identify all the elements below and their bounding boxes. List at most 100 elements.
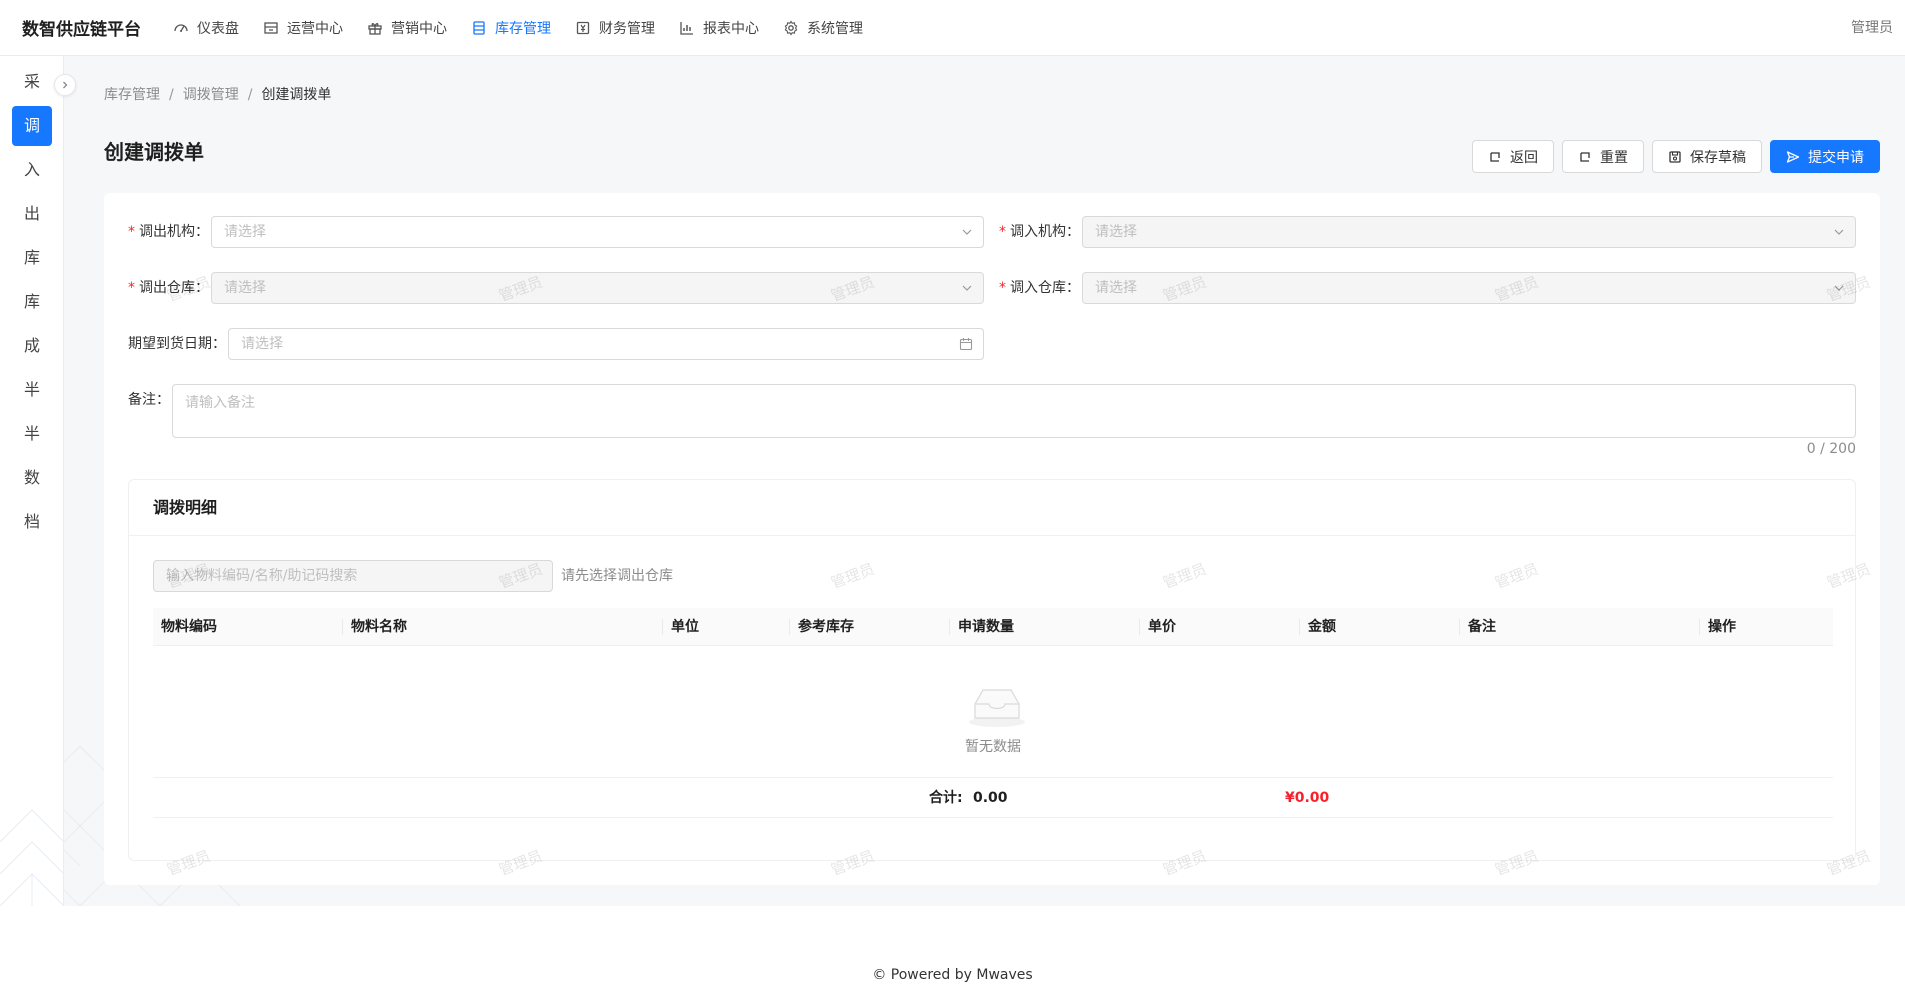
top-navbar: 数智供应链平台 仪表盘 运营中心 营销中心 库存管理 财务管理 报表中心 系统管…	[0, 0, 1905, 56]
nav-label: 财务管理	[599, 20, 655, 37]
nav-item-dashboard[interactable]: 仪表盘	[161, 0, 251, 56]
empty-state: 暂无数据	[153, 646, 1833, 778]
breadcrumb-separator: /	[169, 87, 174, 103]
back-button[interactable]: 返回	[1472, 140, 1554, 173]
database-icon	[471, 20, 487, 36]
main-nav: 仪表盘 运营中心 营销中心 库存管理 财务管理 报表中心 系统管理	[161, 0, 875, 56]
summary-amount: ¥0.00	[1285, 790, 1330, 806]
calendar-icon	[959, 338, 973, 351]
column-header: 参考库存	[790, 608, 950, 646]
remark-char-counter: 0 / 200	[1806, 441, 1856, 457]
nav-item-inventory[interactable]: 库存管理	[459, 0, 563, 56]
in-org-label: * 调入机构：	[999, 216, 1080, 248]
transfer-detail-panel: 调拨明细 输入物料编码/名称/助记码搜索 请先选择调出仓库 物料编码 物料名称 …	[128, 479, 1856, 861]
nav-label: 仪表盘	[197, 20, 239, 37]
app-root: 数智供应链平台 仪表盘 运营中心 营销中心 库存管理 财务管理 报表中心 系统管…	[0, 0, 1905, 999]
chevron-down-icon	[962, 229, 972, 235]
sidebar-item-inbound[interactable]: 入	[12, 150, 52, 190]
save-draft-button-label: 保存草稿	[1690, 149, 1746, 166]
save-icon	[1669, 150, 1681, 163]
column-header: 金额	[1300, 608, 1460, 646]
sidebar-pattern	[0, 809, 63, 906]
select-warehouse-hint: 请先选择调出仓库	[561, 568, 673, 584]
remark-textarea[interactable]: 请输入备注	[172, 384, 1856, 438]
nav-label: 报表中心	[703, 20, 759, 37]
action-bar: 返回 重置 保存草稿 提交申请	[1472, 140, 1880, 173]
nav-label: 营销中心	[391, 20, 447, 37]
in-org-select[interactable]: 请选择	[1082, 216, 1856, 248]
submit-button[interactable]: 提交申请	[1770, 140, 1880, 173]
sidebar-item-finished[interactable]: 成	[12, 326, 52, 366]
reset-button[interactable]: 重置	[1562, 140, 1644, 173]
expected-date-picker[interactable]: 请选择	[228, 328, 984, 360]
sidebar-item-semi-2[interactable]: 半	[12, 414, 52, 454]
column-header: 单价	[1140, 608, 1300, 646]
footer: © Powered by Mwaves	[0, 967, 1905, 983]
store-icon	[263, 20, 279, 36]
sidebar-item-archive[interactable]: 档	[12, 502, 52, 542]
nav-label: 库存管理	[495, 20, 551, 37]
breadcrumb-current: 创建调拨单	[261, 87, 332, 103]
summary-quantity: 0.00	[973, 790, 1008, 806]
expected-date-placeholder: 请选择	[241, 336, 283, 352]
back-button-label: 返回	[1510, 149, 1538, 166]
column-header: 物料编码	[153, 608, 343, 646]
required-mark: *	[128, 224, 135, 240]
account-book-icon	[575, 20, 591, 36]
in-warehouse-select[interactable]: 请选择	[1082, 272, 1856, 304]
chevron-down-icon	[1834, 285, 1844, 291]
out-warehouse-label-text: 调出仓库：	[139, 280, 209, 296]
nav-item-operations[interactable]: 运营中心	[251, 0, 355, 56]
sidebar: 采 调 入 出 库 库 成 半 半 数 档	[0, 56, 64, 906]
material-search-input[interactable]: 输入物料编码/名称/助记码搜索	[153, 560, 553, 592]
user-menu[interactable]: 管理员	[1851, 0, 1893, 56]
save-draft-button[interactable]: 保存草稿	[1652, 140, 1762, 173]
out-warehouse-select[interactable]: 请选择	[211, 272, 984, 304]
form-card: * 调出机构： 请选择 * 调入机构： 请选择 * 调出仓库： 请选择 * 调入仓库： …	[104, 193, 1880, 885]
sidebar-item-procurement[interactable]: 采	[12, 62, 52, 102]
column-header: 申请数量	[950, 608, 1140, 646]
nav-label: 系统管理	[807, 20, 863, 37]
breadcrumb-inventory[interactable]: 库存管理	[104, 87, 160, 103]
sidebar-item-stock-2[interactable]: 库	[12, 282, 52, 322]
gift-icon	[367, 20, 383, 36]
in-warehouse-label-text: 调入仓库：	[1010, 280, 1080, 296]
required-mark: *	[999, 280, 1006, 296]
column-header: 操作	[1708, 619, 1736, 635]
dashboard-icon	[173, 20, 189, 36]
column-header: 物料名称	[343, 608, 663, 646]
nav-item-reports[interactable]: 报表中心	[667, 0, 771, 56]
breadcrumb-separator: /	[247, 87, 253, 103]
out-org-label-text: 调出机构：	[139, 224, 209, 240]
breadcrumb-transfer[interactable]: 调拨管理	[183, 87, 239, 103]
nav-item-marketing[interactable]: 营销中心	[355, 0, 459, 56]
nav-item-system[interactable]: 系统管理	[771, 0, 875, 56]
remark-placeholder: 请输入备注	[185, 395, 255, 411]
breadcrumb: 库存管理 / 调拨管理 / 创建调拨单	[104, 84, 331, 104]
footer-text: Powered by Mwaves	[890, 967, 1033, 983]
submit-button-label: 提交申请	[1808, 149, 1864, 166]
sidebar-item-data[interactable]: 数	[12, 458, 52, 498]
return-icon	[1490, 151, 1500, 162]
out-org-label: * 调出机构：	[128, 216, 209, 248]
required-mark: *	[128, 280, 135, 296]
send-icon	[1786, 150, 1800, 163]
in-warehouse-label: * 调入仓库：	[999, 272, 1080, 304]
copyright-icon: ©	[872, 967, 887, 983]
sidebar-item-stock-1[interactable]: 库	[12, 238, 52, 278]
out-org-select[interactable]: 请选择	[211, 216, 984, 248]
remark-label: 备注：	[128, 392, 170, 408]
sidebar-item-transfer[interactable]: 调	[12, 106, 52, 146]
sidebar-item-semi-1[interactable]: 半	[12, 370, 52, 410]
nav-item-finance[interactable]: 财务管理	[563, 0, 667, 56]
in-warehouse-placeholder: 请选择	[1095, 280, 1137, 296]
sidebar-collapse-button[interactable]	[54, 74, 76, 96]
sidebar-item-outbound[interactable]: 出	[12, 194, 52, 234]
column-header: 备注	[1460, 608, 1700, 646]
page-title: 创建调拨单	[104, 140, 204, 164]
chevron-down-icon	[962, 285, 972, 291]
detail-title: 调拨明细	[129, 480, 1855, 536]
out-warehouse-placeholder: 请选择	[224, 280, 266, 296]
out-warehouse-label: * 调出仓库：	[128, 272, 209, 304]
required-mark: *	[999, 224, 1006, 240]
